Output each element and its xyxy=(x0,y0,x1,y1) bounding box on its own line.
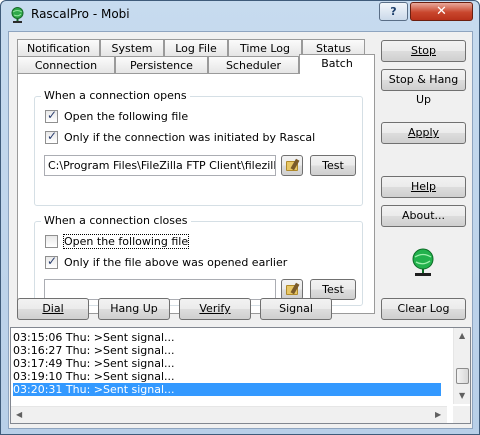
stop-hang-up-button[interactable]: Stop & Hang Up xyxy=(381,69,466,106)
hang-up-label: Hang Up xyxy=(110,302,158,315)
tab-notification[interactable]: Notification xyxy=(17,39,100,57)
apply-button[interactable]: Apply xyxy=(381,122,466,144)
tab-time-log[interactable]: Time Log xyxy=(228,39,302,57)
only-opened-checkbox[interactable]: ✓ xyxy=(45,254,58,269)
signal-button[interactable]: Signal xyxy=(260,298,332,320)
log-entry[interactable]: 03:16:27 Thu: >Sent signal... xyxy=(13,344,175,357)
tab-system[interactable]: System xyxy=(100,39,164,57)
help-label: Help xyxy=(410,180,437,193)
check-icon: ✓ xyxy=(47,108,58,122)
stop-button[interactable]: Stop xyxy=(381,40,466,62)
batch-tab-panel: When a connection opens ✓ Open the follo… xyxy=(17,73,375,314)
only-opened-label: Only if the file above was opened earlie… xyxy=(64,256,288,269)
check-icon: ✓ xyxy=(47,254,58,268)
scroll-left-icon[interactable]: ◀ xyxy=(16,410,22,419)
connection-closes-group: When a connection closes Open the follow… xyxy=(34,214,363,306)
network-status-icon xyxy=(412,248,434,276)
app-globe-icon xyxy=(11,7,24,23)
tab-connection[interactable]: Connection xyxy=(17,56,115,74)
dial-button[interactable]: Dial xyxy=(17,298,89,320)
window-title: RascalPro - Mobi xyxy=(31,7,130,21)
log-vertical-scrollbar[interactable]: ▲ ▼ xyxy=(453,328,470,404)
scroll-down-icon[interactable]: ▼ xyxy=(459,391,465,400)
clear-log-label: Clear Log xyxy=(397,302,450,315)
check-icon: ✓ xyxy=(47,129,58,143)
log-list[interactable]: 03:15:06 Thu: >Sent signal... 03:16:27 T… xyxy=(10,327,471,424)
clear-log-button[interactable]: Clear Log xyxy=(381,298,466,320)
connection-closes-title: When a connection closes xyxy=(41,214,191,227)
connection-opens-title: When a connection opens xyxy=(41,89,190,102)
close-browse-button[interactable] xyxy=(281,279,303,300)
log-entry[interactable]: 03:15:06 Thu: >Sent signal... xyxy=(13,331,175,344)
tab-scheduler[interactable]: Scheduler xyxy=(208,56,299,74)
log-entry[interactable]: 03:17:49 Thu: >Sent signal... xyxy=(13,357,175,370)
tab-persistence[interactable]: Persistence xyxy=(115,56,208,74)
close-open-file-checkbox[interactable] xyxy=(45,235,58,248)
help-button[interactable]: Help xyxy=(381,176,466,198)
scroll-up-icon[interactable]: ▲ xyxy=(459,331,465,340)
about-button[interactable]: About... xyxy=(381,205,466,227)
scroll-corner xyxy=(453,406,470,423)
log-entry-selected[interactable]: 03:20:31 Thu: >Sent signal... xyxy=(13,383,441,396)
close-open-file-label: Open the following file xyxy=(62,234,190,249)
open-test-button[interactable]: Test xyxy=(310,155,356,176)
tab-batch[interactable]: Batch xyxy=(299,54,375,74)
log-entry[interactable]: 03:19:10 Thu: >Sent signal... xyxy=(13,370,175,383)
verify-label: Verify xyxy=(199,302,231,315)
help-title-button[interactable]: ? xyxy=(379,2,408,21)
stop-hang-up-label: Stop & Hang Up xyxy=(388,73,459,106)
scroll-right-icon[interactable]: ▶ xyxy=(435,410,441,419)
app-window: RascalPro - Mobi ? ✕ Notification System… xyxy=(0,0,480,435)
open-file-path-input[interactable]: C:\Program Files\FileZilla FTP Client\fi… xyxy=(44,155,276,176)
dial-label: Dial xyxy=(42,302,64,315)
log-horizontal-scrollbar[interactable]: ◀ ▶ xyxy=(11,406,447,423)
close-file-path-input[interactable] xyxy=(44,279,276,300)
verify-button[interactable]: Verify xyxy=(179,298,251,320)
connection-opens-group: When a connection opens ✓ Open the follo… xyxy=(34,89,363,206)
title-bar[interactable]: RascalPro - Mobi ? ✕ xyxy=(1,1,479,29)
scroll-thumb[interactable] xyxy=(456,368,469,384)
about-label: About... xyxy=(401,209,445,222)
open-file-label: Open the following file xyxy=(64,110,189,123)
open-file-checkbox[interactable]: ✓ xyxy=(45,108,58,123)
hang-up-button[interactable]: Hang Up xyxy=(98,298,170,320)
only-initiated-checkbox[interactable]: ✓ xyxy=(45,129,58,144)
client-area: Notification System Log File Time Log St… xyxy=(8,31,473,429)
apply-label: Apply xyxy=(407,126,440,139)
only-initiated-label: Only if the connection was initiated by … xyxy=(64,131,316,144)
close-test-button[interactable]: Test xyxy=(310,279,356,300)
stop-label: Stop xyxy=(410,44,436,57)
tab-log-file[interactable]: Log File xyxy=(164,39,228,57)
signal-label: Signal xyxy=(279,302,313,315)
close-button[interactable]: ✕ xyxy=(410,2,473,21)
open-browse-button[interactable] xyxy=(281,155,303,176)
